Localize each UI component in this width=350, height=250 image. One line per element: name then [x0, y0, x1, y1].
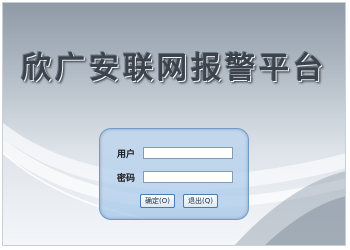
ok-button[interactable]: 确定(O) [140, 194, 175, 208]
password-row: 密码 [117, 170, 233, 184]
username-row: 用户 [117, 146, 233, 160]
button-row: 确定(O) 退出(Q) [140, 194, 218, 208]
password-input[interactable] [143, 171, 233, 183]
login-panel: 用户 密码 确定(O) 退出(Q) [99, 128, 249, 220]
login-window: 欣广安联网报警平台 用户 密码 确定(O) 退出(Q) [2, 2, 346, 246]
username-input[interactable] [143, 147, 233, 159]
exit-button[interactable]: 退出(Q) [182, 194, 218, 208]
username-label: 用户 [117, 149, 136, 160]
password-label: 密码 [117, 173, 136, 184]
app-title: 欣广安联网报警平台 [21, 51, 327, 86]
